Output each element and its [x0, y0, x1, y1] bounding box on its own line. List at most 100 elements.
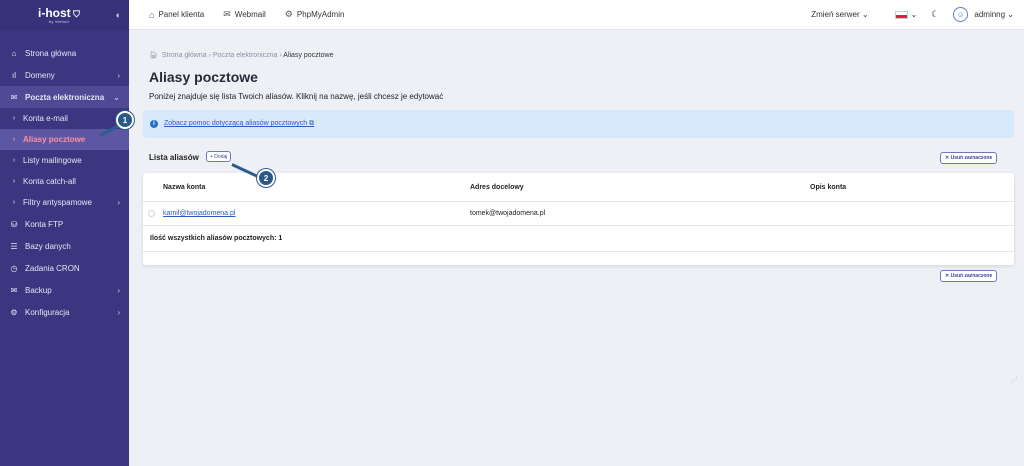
home-icon: ⌂	[11, 48, 17, 58]
table-divider	[143, 251, 1014, 252]
page-description: Poniżej znajduje się lista Twoich aliasó…	[149, 92, 444, 101]
column-header-target[interactable]: Adres docelowy	[470, 184, 524, 191]
chevron-right-icon: ›	[12, 157, 16, 164]
breadcrumb-current: Aliasy pocztowe	[283, 52, 334, 59]
chevron-right-icon: ›	[117, 198, 120, 207]
phpmyadmin-label: PhpMyAdmin	[296, 10, 345, 19]
column-header-description[interactable]: Opis konta	[810, 184, 846, 191]
widget-handle-icon[interactable]: ⋰	[1011, 376, 1018, 384]
home-icon: 🏠︎	[149, 52, 158, 59]
sidebar-menu: ⌂ Strona główna ıl Domeny › ✉ Poczta ele…	[0, 42, 129, 323]
delete-selected-button-bottom[interactable]: ✕ Usuń zaznaczone	[940, 270, 998, 282]
sidebar-item-cron[interactable]: ◷ Zadania CRON	[0, 257, 129, 279]
language-selector[interactable]: ⌄	[894, 10, 918, 19]
sidebar-item-label: Backup	[25, 285, 52, 295]
breadcrumb-email[interactable]: Poczta elektroniczna	[213, 52, 278, 59]
sidebar-item-home[interactable]: ⌂ Strona główna	[0, 42, 129, 64]
sidebar-item-label: Konta FTP	[25, 219, 64, 229]
avatar[interactable]: ☺	[953, 7, 969, 22]
page-title: Aliasy pocztowe	[149, 69, 258, 85]
sidebar-item-label: Bazy danych	[25, 241, 71, 251]
dark-mode-toggle-icon[interactable]: ☾	[931, 9, 939, 20]
gear-icon: ⚙	[284, 9, 293, 19]
step-callout-2: 2	[257, 169, 275, 187]
chevron-right-icon: ›	[12, 115, 16, 122]
mail-icon: ✉	[10, 92, 18, 102]
brand-tagline: by Websit	[48, 18, 70, 24]
table-row: kamil@twojadomena.pl tomek@twojadomena.p…	[143, 202, 1014, 226]
help-link-label: Zobacz pomoc dotyczącą aliasów pocztowyc…	[164, 120, 308, 127]
add-alias-button[interactable]: + Dodaj	[206, 151, 232, 162]
phpmyadmin-link[interactable]: ⚙ PhpMyAdmin	[285, 9, 345, 20]
sidebar: i-host ⛉ by Websit ◐ ⌂ Strona główna ıl …	[0, 0, 129, 466]
clock-icon: ◷	[10, 263, 18, 273]
change-server-label: Zmień serwer	[811, 10, 860, 19]
alias-target: tomek@twojadomena.pl	[470, 210, 546, 217]
delete-selected-button[interactable]: ✕ Usuń zaznaczone	[940, 152, 998, 164]
brand-name: i-host	[38, 5, 71, 20]
sidebar-item-label: Zadania CRON	[25, 263, 80, 273]
home-icon: ⌂	[149, 9, 155, 20]
webmail-link[interactable]: ✉ Webmail	[223, 9, 266, 20]
info-icon: i	[150, 120, 158, 128]
step-callout-1: 1	[116, 111, 134, 129]
change-server-dropdown[interactable]: Zmień serwer ⌄	[811, 10, 868, 19]
chevron-right-icon: ›	[117, 307, 120, 317]
breadcrumb: 🏠︎ Strona główna › Poczta elektroniczna …	[149, 51, 333, 59]
sidebar-item-email-accounts[interactable]: › Konta e-mail	[0, 108, 129, 129]
backup-icon: ✉	[10, 285, 18, 295]
sidebar-item-backup[interactable]: ✉ Backup ›	[0, 279, 129, 301]
user-name: adminng	[974, 10, 1006, 19]
sidebar-item-label: Konta e-mail	[23, 114, 68, 123]
ftp-icon: ⛁	[10, 219, 18, 229]
sidebar-item-label: Listy mailingowe	[23, 156, 82, 165]
aliases-table: Nazwa konta Adres docelowy Opis konta ka…	[143, 173, 1014, 265]
sidebar-toggle-icon[interactable]: ◐	[116, 10, 121, 20]
client-panel-label: Panel klienta	[158, 10, 205, 19]
sidebar-item-label: Konta catch-all	[23, 177, 76, 186]
help-link[interactable]: Zobacz pomoc dotyczącą aliasów pocztowyc…	[164, 120, 314, 128]
webmail-label: Webmail	[234, 10, 266, 19]
chevron-down-icon: ⌄	[910, 10, 918, 19]
sidebar-item-label: Filtry antyspamowe	[23, 198, 92, 207]
gear-icon: ⚙	[10, 307, 18, 317]
info-banner: i Zobacz pomoc dotyczącą aliasów pocztow…	[143, 110, 1014, 138]
sidebar-item-label: Strona główna	[25, 48, 77, 58]
sidebar-item-catch-all[interactable]: › Konta catch-all	[0, 171, 129, 192]
sidebar-item-config[interactable]: ⚙ Konfiguracja ›	[0, 301, 129, 323]
user-menu[interactable]: adminng ⌄	[974, 10, 1014, 19]
sidebar-item-email[interactable]: ✉ Poczta elektroniczna ⌄	[0, 86, 129, 108]
alias-total-count: Ilość wszystkich aliasów pocztowych: 1	[150, 235, 283, 242]
chevron-right-icon: ›	[12, 136, 16, 143]
sidebar-item-spam-filters[interactable]: › Filtry antyspamowe ›	[0, 192, 129, 213]
sidebar-item-ftp[interactable]: ⛁ Konta FTP	[0, 213, 129, 235]
flag-pl-icon	[894, 10, 908, 19]
sidebar-item-label: Poczta elektroniczna	[25, 92, 105, 102]
mail-icon: ✉	[223, 9, 231, 19]
column-header-account[interactable]: Nazwa konta	[163, 184, 205, 191]
brand-logo: i-host ⛉ by Websit	[38, 5, 80, 24]
external-link-icon: ⧉	[309, 120, 315, 127]
chevron-down-icon: ⌄	[1007, 10, 1014, 19]
sidebar-item-mailing-lists[interactable]: › Listy mailingowe	[0, 150, 129, 171]
sidebar-item-label: Aliasy pocztowe	[23, 135, 86, 144]
database-icon: ☰	[10, 241, 18, 251]
list-title: Lista aliasów	[149, 153, 199, 162]
sidebar-item-databases[interactable]: ☰ Bazy danych	[0, 235, 129, 257]
chevron-right-icon: ›	[12, 178, 16, 185]
chevron-right-icon: ›	[117, 285, 120, 295]
sidebar-item-domains[interactable]: ıl Domeny ›	[0, 64, 129, 86]
sidebar-item-email-aliases[interactable]: › Aliasy pocztowe	[0, 129, 129, 150]
chevron-right-icon: ›	[117, 70, 120, 80]
topbar-right: Zmień serwer ⌄ ⌄ ☾ ☺ adminng ⌄	[811, 7, 1024, 22]
chevron-right-icon: ›	[12, 199, 16, 206]
chart-icon: ıl	[12, 70, 16, 80]
row-select-radio[interactable]	[148, 210, 155, 217]
logo[interactable]: i-host ⛉ by Websit ◐	[0, 0, 129, 30]
client-panel-link[interactable]: ⌂ Panel klienta	[149, 10, 204, 20]
alias-account-link[interactable]: kamil@twojadomena.pl	[163, 210, 235, 217]
chevron-down-icon: ⌄	[113, 92, 120, 102]
sidebar-item-label: Konfiguracja	[25, 307, 70, 317]
chevron-down-icon: ⌄	[861, 10, 869, 19]
breadcrumb-home[interactable]: Strona główna	[162, 52, 207, 59]
